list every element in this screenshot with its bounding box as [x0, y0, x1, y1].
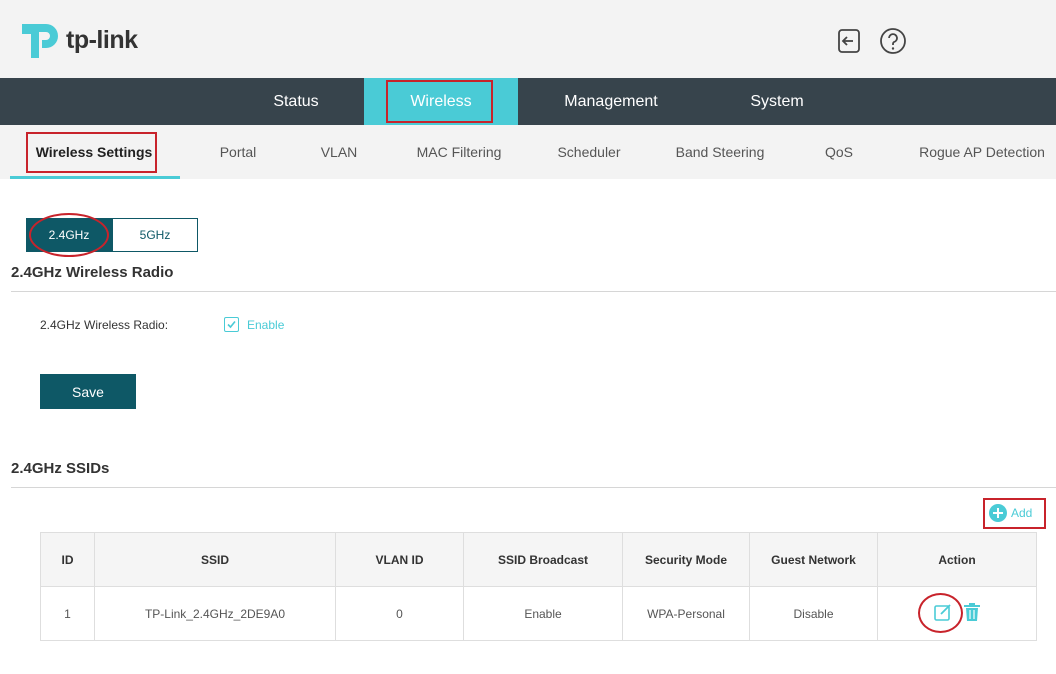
- col-ssid: SSID: [94, 532, 336, 587]
- tab-portal[interactable]: Portal: [200, 125, 276, 179]
- plus-circle-icon: [989, 504, 1007, 522]
- cell-action: [877, 586, 1037, 641]
- band-tab-2-4ghz[interactable]: 2.4GHz: [26, 218, 112, 252]
- cell-broadcast: Enable: [463, 586, 623, 641]
- main-nav: Status Wireless Management System: [0, 78, 1056, 125]
- tab-wireless-settings[interactable]: Wireless Settings: [26, 125, 162, 179]
- cell-security: WPA-Personal: [622, 586, 750, 641]
- band-tab-5ghz[interactable]: 5GHz: [112, 218, 198, 252]
- header: tp-link: [0, 0, 1056, 78]
- cell-guest: Disable: [749, 586, 878, 641]
- trash-icon[interactable]: [963, 602, 981, 625]
- radio-enable-checkbox[interactable]: [224, 317, 239, 332]
- cell-vlan-id: 0: [335, 586, 464, 641]
- cell-id: 1: [40, 586, 95, 641]
- tab-band-steering[interactable]: Band Steering: [664, 125, 776, 179]
- radio-section-title: 2.4GHz Wireless Radio: [11, 264, 174, 281]
- table-row: 1 TP-Link_2.4GHz_2DE9A0 0 Enable WPA-Per…: [40, 586, 1037, 641]
- tab-mac-filtering[interactable]: MAC Filtering: [404, 125, 514, 179]
- add-ssid-label: Add: [1011, 506, 1033, 520]
- sub-nav: Wireless Settings Portal VLAN MAC Filter…: [0, 125, 1056, 179]
- logo-text: tp-link: [66, 25, 138, 54]
- nav-status[interactable]: Status: [240, 78, 352, 125]
- add-ssid-button[interactable]: Add: [989, 504, 1032, 522]
- ssid-table: ID SSID VLAN ID SSID Broadcast Security …: [40, 532, 1037, 641]
- tab-vlan[interactable]: VLAN: [302, 125, 376, 179]
- help-icon[interactable]: [878, 26, 908, 56]
- check-icon: [227, 320, 236, 329]
- nav-wireless[interactable]: Wireless: [364, 78, 518, 125]
- tp-link-logo: tp-link: [20, 18, 138, 62]
- active-tab-underline: [10, 176, 180, 179]
- radio-enable-label[interactable]: Enable: [247, 318, 284, 332]
- nav-management[interactable]: Management: [544, 78, 678, 125]
- col-ssid-broadcast: SSID Broadcast: [463, 532, 623, 587]
- table-header-row: ID SSID VLAN ID SSID Broadcast Security …: [40, 532, 1037, 587]
- edit-icon[interactable]: [933, 602, 953, 625]
- col-vlan-id: VLAN ID: [335, 532, 464, 587]
- page: tp-link Status Wireless Management Syste…: [0, 0, 1056, 674]
- ssid-section-divider: [11, 487, 1056, 488]
- col-guest-network: Guest Network: [749, 532, 878, 587]
- tp-link-logo-icon: [20, 18, 64, 62]
- col-action: Action: [877, 532, 1037, 587]
- tab-qos[interactable]: QoS: [812, 125, 866, 179]
- radio-field-label: 2.4GHz Wireless Radio:: [40, 318, 169, 332]
- save-button[interactable]: Save: [40, 374, 136, 409]
- col-security-mode: Security Mode: [622, 532, 750, 587]
- logout-icon[interactable]: [834, 26, 864, 56]
- cell-ssid: TP-Link_2.4GHz_2DE9A0: [94, 586, 336, 641]
- col-id: ID: [40, 532, 95, 587]
- nav-system[interactable]: System: [722, 78, 832, 125]
- ssid-section-title: 2.4GHz SSIDs: [11, 460, 110, 477]
- tab-scheduler[interactable]: Scheduler: [544, 125, 634, 179]
- tab-rogue-ap-detection[interactable]: Rogue AP Detection: [908, 125, 1056, 179]
- radio-section-divider: [11, 291, 1056, 292]
